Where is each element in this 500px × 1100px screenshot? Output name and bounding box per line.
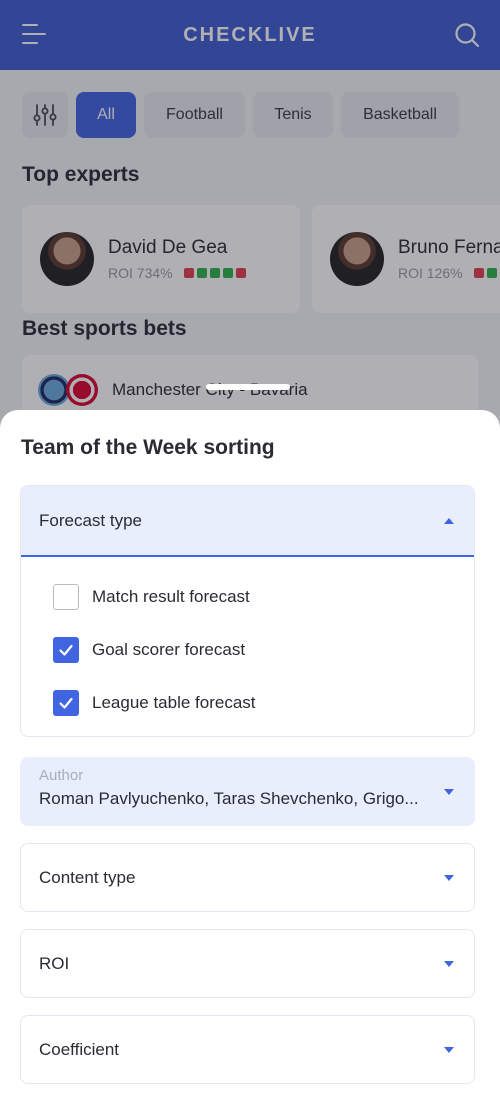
forecast-type-header[interactable]: Forecast type bbox=[21, 486, 474, 557]
roi-select[interactable]: ROI bbox=[20, 929, 475, 998]
checkmark-icon bbox=[59, 697, 73, 709]
option-label: Match result forecast bbox=[92, 587, 250, 606]
checkbox[interactable] bbox=[53, 584, 79, 610]
chevron-up-icon bbox=[444, 517, 454, 524]
sorting-bottom-sheet: Team of the Week sorting Forecast type M… bbox=[0, 384, 500, 1100]
checkbox[interactable] bbox=[53, 637, 79, 663]
chevron-down-icon bbox=[444, 1046, 454, 1053]
coefficient-label: Coefficient bbox=[39, 1039, 120, 1059]
checkmark-icon bbox=[59, 644, 73, 656]
author-value: Roman Pavlyuchenko, Taras Shevchenko, Gr… bbox=[39, 789, 419, 808]
coefficient-select[interactable]: Coefficient bbox=[20, 1015, 475, 1084]
option-label: Goal scorer forecast bbox=[92, 640, 246, 659]
checkbox[interactable] bbox=[53, 690, 79, 716]
sheet-title: Team of the Week sorting bbox=[21, 436, 275, 459]
forecast-type-accordion: Forecast type Match result forecast Goal… bbox=[20, 485, 475, 737]
option-league-table[interactable]: League table forecast bbox=[53, 690, 256, 716]
chevron-down-icon bbox=[444, 874, 454, 881]
content-type-select[interactable]: Content type bbox=[20, 843, 475, 912]
forecast-type-label: Forecast type bbox=[39, 510, 142, 530]
author-select[interactable]: Author Roman Pavlyuchenko, Taras Shevche… bbox=[20, 757, 475, 826]
option-goal-scorer[interactable]: Goal scorer forecast bbox=[53, 637, 245, 663]
roi-label: ROI bbox=[39, 953, 70, 973]
content-type-label: Content type bbox=[39, 867, 136, 887]
sheet-grab-handle[interactable] bbox=[206, 384, 290, 390]
option-match-result[interactable]: Match result forecast bbox=[53, 584, 250, 610]
option-label: League table forecast bbox=[92, 693, 256, 712]
chevron-down-icon bbox=[444, 789, 454, 795]
author-label: Author bbox=[39, 767, 84, 784]
chevron-down-icon bbox=[444, 960, 454, 967]
